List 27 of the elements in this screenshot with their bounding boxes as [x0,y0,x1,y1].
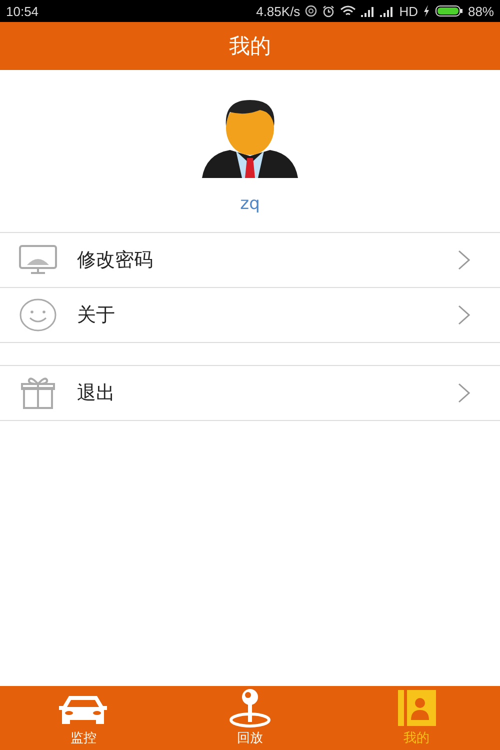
wifi-icon [340,5,356,17]
monitor-icon [19,245,57,275]
gift-icon [19,376,57,410]
tab[interactable]: 监控 [0,686,167,750]
chevron-icon [458,305,470,325]
smiley-icon [19,298,57,332]
menu-label: 修改密码 [77,248,154,273]
status-time: 10:54 [6,4,39,18]
network-speed: 4.85K/s [256,4,300,18]
signal-icon [380,6,394,16]
menu-item[interactable]: 修改密码 [0,233,500,288]
tab[interactable]: 回放 [166,686,334,750]
network-type: HD [399,4,418,18]
charging-icon [422,5,430,17]
battery-percent: 88% [468,4,494,18]
alarm-icon [322,4,336,18]
chevron-icon [458,383,470,403]
sync-icon [305,5,318,17]
battery-icon [434,5,463,17]
signal-icon [361,6,376,16]
menu-label: 退出 [77,381,116,406]
menu-item[interactable]: 退出 [0,366,500,421]
username: zq [240,194,260,214]
page-title: 我的 [229,33,271,60]
menu-label: 关于 [77,303,116,328]
menu-item[interactable]: 关于 [0,288,500,343]
chevron-icon [458,250,470,270]
